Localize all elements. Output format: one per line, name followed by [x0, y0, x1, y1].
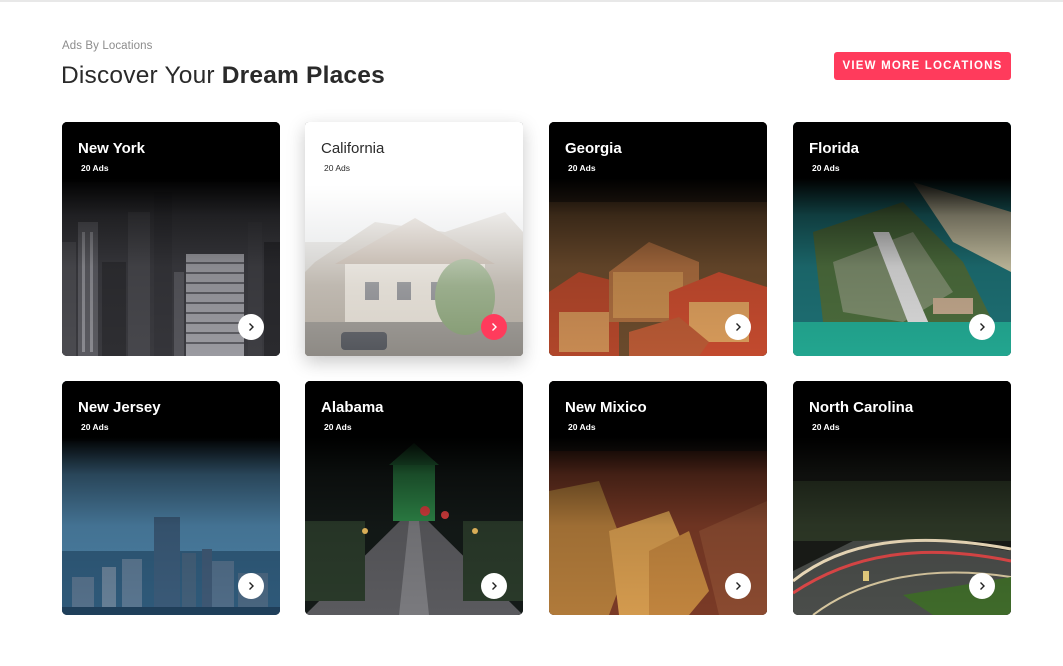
- ads-count: 20 Ads: [812, 422, 840, 432]
- location-card-new-jersey[interactable]: New Jersey 20 Ads: [62, 381, 280, 615]
- ads-count: 20 Ads: [324, 422, 352, 432]
- location-name: Florida: [809, 140, 860, 157]
- location-name: Alabama: [321, 399, 384, 416]
- view-more-locations-button[interactable]: VIEW MORE LOCATIONS: [834, 52, 1011, 80]
- chevron-right-icon: [249, 582, 254, 590]
- open-location-button[interactable]: [238, 573, 264, 599]
- location-name: New York: [78, 140, 145, 157]
- location-card-alabama[interactable]: Alabama 20 Ads: [305, 381, 523, 615]
- chevron-right-icon: [736, 582, 741, 590]
- ads-count: 20 Ads: [812, 163, 840, 173]
- ads-count: 20 Ads: [81, 422, 109, 432]
- open-location-button[interactable]: [725, 573, 751, 599]
- location-card-north-carolina[interactable]: North Carolina 20 Ads: [793, 381, 1011, 615]
- open-location-button[interactable]: [481, 573, 507, 599]
- location-card-california[interactable]: California 20 Ads: [305, 122, 523, 356]
- location-name: California: [321, 140, 385, 157]
- section-title-strong: Dream Places: [221, 62, 385, 89]
- location-card-florida[interactable]: Florida 20 Ads: [793, 122, 1011, 356]
- chevron-right-icon: [736, 323, 741, 331]
- ads-count: 20 Ads: [568, 163, 596, 173]
- top-divider: [0, 0, 1063, 2]
- open-location-button[interactable]: [969, 314, 995, 340]
- location-card-new-york[interactable]: New York 20 Ads: [62, 122, 280, 356]
- chevron-right-icon: [492, 582, 497, 590]
- location-name: Georgia: [565, 140, 622, 157]
- ads-count: 20 Ads: [324, 163, 350, 173]
- chevron-right-icon: [980, 582, 985, 590]
- open-location-button[interactable]: [725, 314, 751, 340]
- location-name: New Jersey: [78, 399, 161, 416]
- location-card-new-mixico[interactable]: New Mixico 20 Ads: [549, 381, 767, 615]
- chevron-right-icon: [980, 323, 985, 331]
- chevron-right-icon: [492, 323, 497, 331]
- open-location-button[interactable]: [238, 314, 264, 340]
- location-name: New Mixico: [565, 399, 647, 416]
- location-card-georgia[interactable]: Georgia 20 Ads: [549, 122, 767, 356]
- section-eyebrow: Ads By Locations: [62, 40, 153, 52]
- open-location-button[interactable]: [481, 314, 507, 340]
- section-title: Discover Your Dream Places: [61, 62, 385, 90]
- section-title-light: Discover Your: [61, 62, 215, 89]
- ads-count: 20 Ads: [568, 422, 596, 432]
- location-name: North Carolina: [809, 399, 914, 416]
- ads-count: 20 Ads: [81, 163, 109, 173]
- open-location-button[interactable]: [969, 573, 995, 599]
- chevron-right-icon: [249, 323, 254, 331]
